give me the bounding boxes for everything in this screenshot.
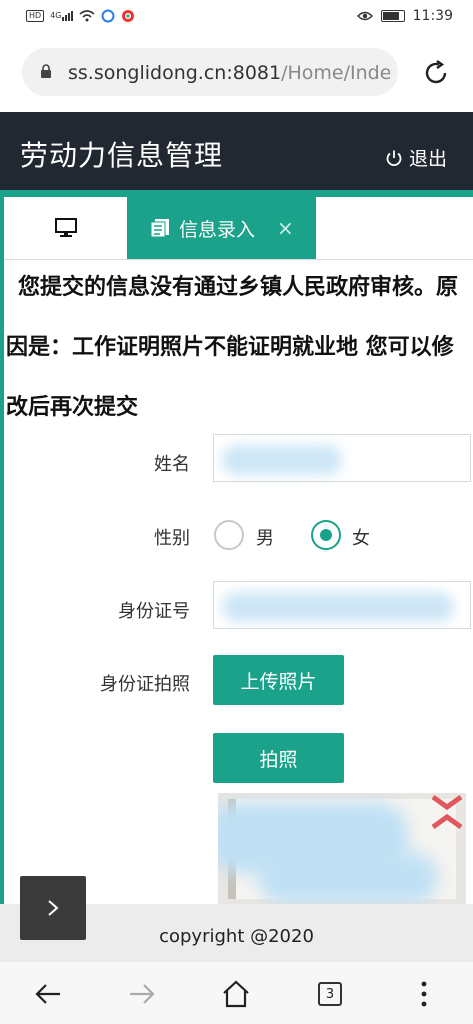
id-photo-label: 身份证拍照 xyxy=(100,674,190,695)
reload-icon[interactable] xyxy=(421,58,451,88)
status-icons-left: HD 4G xyxy=(26,9,135,23)
menu-button[interactable] xyxy=(406,976,442,1012)
address-bar[interactable]: ss.songlidong.cn:8081/Home/Inde xyxy=(22,48,398,96)
redaction-blur xyxy=(258,853,438,903)
browser-notification-icon xyxy=(122,10,135,22)
network-type: 4G xyxy=(50,11,62,20)
eye-icon xyxy=(356,11,373,21)
arrow-left-icon xyxy=(35,984,60,1004)
url-host: ss.songlidong.cn:8081 xyxy=(68,62,282,84)
status-bar: HD 4G 11:39 xyxy=(0,0,473,36)
clock: 11:39 xyxy=(412,8,453,24)
tab-bar: 信息录入 × xyxy=(4,197,473,260)
logout-button[interactable]: 退出 xyxy=(385,144,447,171)
url-text: ss.songlidong.cn:8081/Home/Inde xyxy=(68,62,390,84)
chevron-right-icon xyxy=(48,900,59,916)
tab-info-entry[interactable]: 信息录入 × xyxy=(127,197,316,259)
wifi-icon xyxy=(79,10,96,22)
id-number-input[interactable] xyxy=(213,581,471,629)
gender-male-radio[interactable] xyxy=(214,520,244,550)
header-divider xyxy=(0,190,473,197)
tab-close-icon[interactable]: × xyxy=(277,216,294,240)
gender-label: 性别 xyxy=(154,528,190,549)
take-photo-button[interactable]: 拍照 xyxy=(213,733,344,783)
rejection-message: 您提交的信息没有通过乡镇人民政府审核。原因是：工作证明照片不能证明就业地 您可以… xyxy=(6,275,459,420)
lock-icon xyxy=(41,64,51,78)
more-vert-icon xyxy=(421,981,427,1007)
photo-preview xyxy=(218,793,466,905)
logout-label: 退出 xyxy=(408,148,447,170)
tab-home[interactable] xyxy=(4,197,127,259)
arrow-right-icon xyxy=(130,984,155,1004)
home-icon xyxy=(223,980,249,1008)
gender-male-label[interactable]: 男 xyxy=(256,524,274,550)
redaction-blur xyxy=(222,592,454,622)
signal-icon: 4G xyxy=(50,11,74,21)
power-icon xyxy=(386,150,402,166)
url-path: /Home/Inde xyxy=(281,62,390,84)
browser-bottom-nav: 3 xyxy=(0,962,473,1024)
battery-icon xyxy=(380,10,405,22)
gender-female-label[interactable]: 女 xyxy=(352,524,370,550)
home-button[interactable] xyxy=(218,976,254,1012)
back-button[interactable] xyxy=(30,976,66,1012)
forward-button[interactable] xyxy=(124,976,160,1012)
id-number-label: 身份证号 xyxy=(118,601,190,622)
app-header: 劳动力信息管理 退出 xyxy=(0,112,473,190)
status-icons-right: 11:39 xyxy=(356,8,453,24)
tab-label: 信息录入 xyxy=(179,218,256,241)
gender-female-radio[interactable] xyxy=(311,520,341,550)
delete-photo-icon[interactable] xyxy=(430,793,464,831)
document-icon xyxy=(150,219,169,238)
name-input[interactable] xyxy=(213,434,471,482)
hd-indicator: HD xyxy=(26,10,45,22)
app-notification-icon xyxy=(101,9,115,23)
monitor-icon xyxy=(54,218,77,237)
app-title: 劳动力信息管理 xyxy=(20,139,224,172)
redaction-blur xyxy=(222,445,342,475)
expand-sidebar-button[interactable] xyxy=(20,876,86,940)
upload-photo-button[interactable]: 上传照片 xyxy=(213,655,344,705)
tabs-button[interactable]: 3 xyxy=(312,976,348,1012)
name-label: 姓名 xyxy=(154,454,190,475)
browser-toolbar: ss.songlidong.cn:8081/Home/Inde xyxy=(0,36,473,112)
tab-count: 3 xyxy=(318,982,342,1006)
